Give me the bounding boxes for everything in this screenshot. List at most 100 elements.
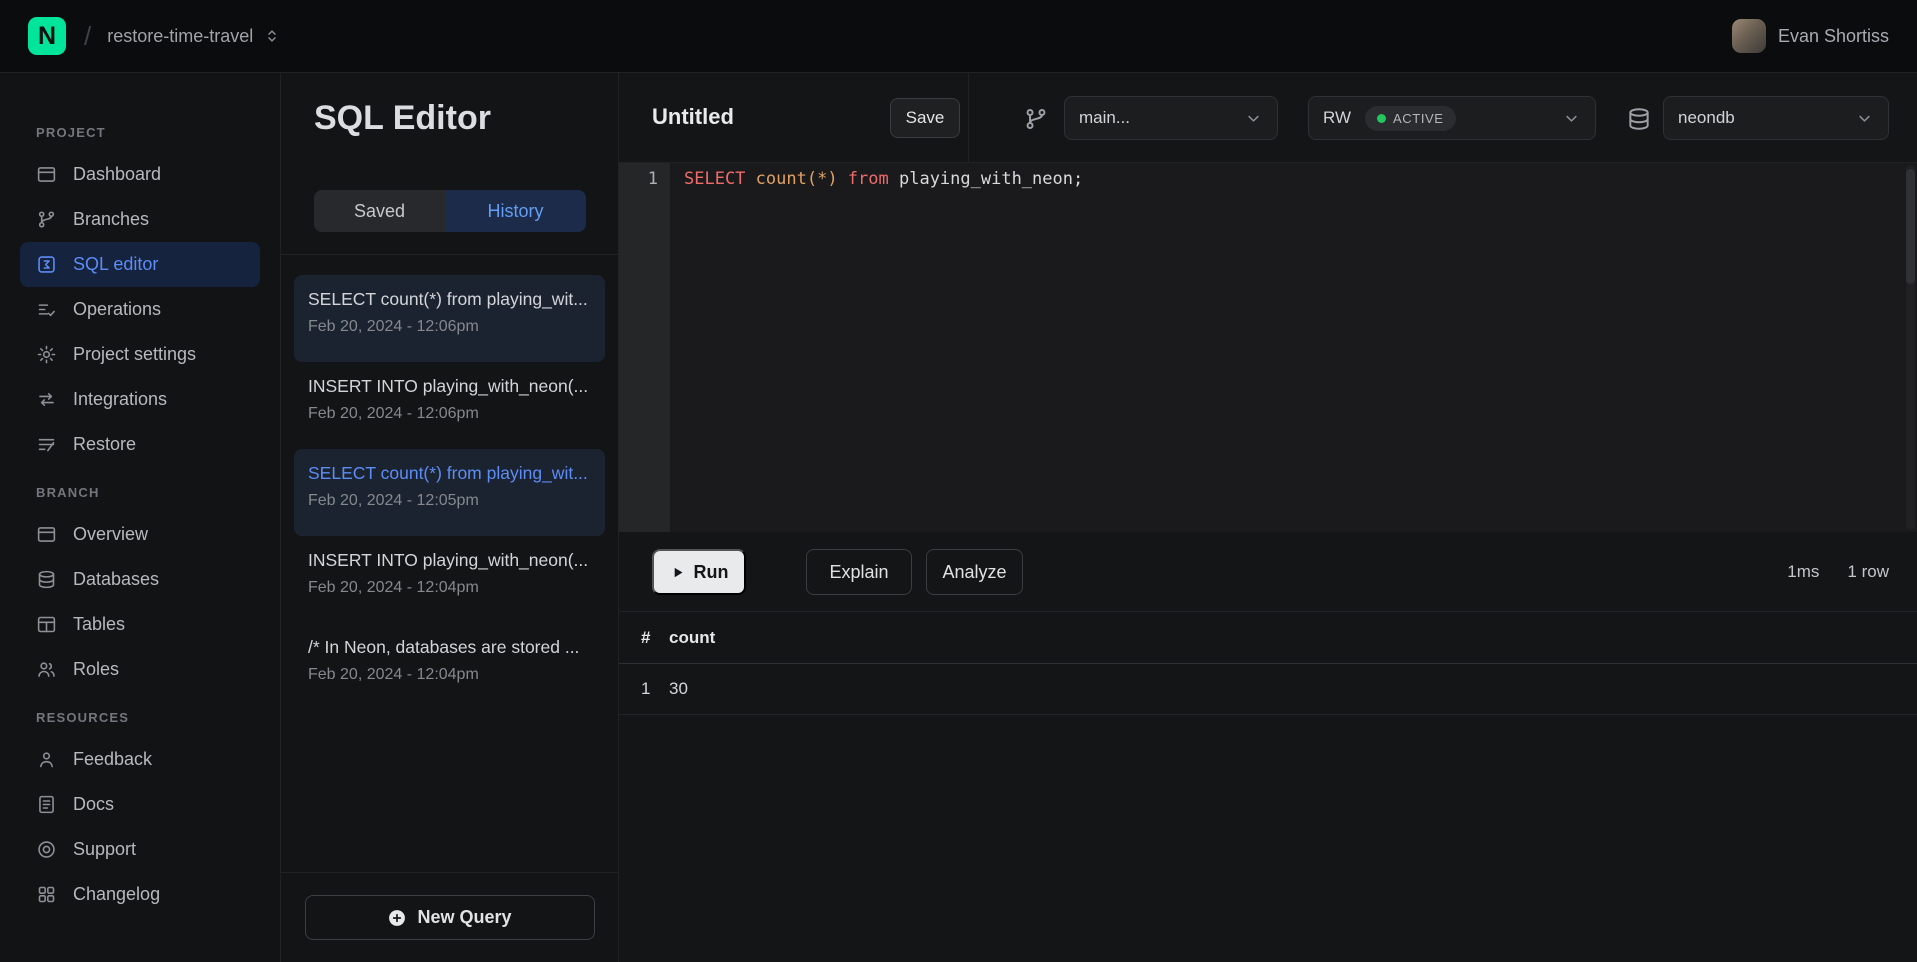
line-number: 1	[619, 163, 670, 192]
git-branch-icon	[36, 209, 57, 230]
history-query: INSERT INTO playing_with_neon(...	[308, 550, 591, 571]
history-query: /* In Neon, databases are stored ...	[308, 637, 591, 658]
project-selector[interactable]: restore-time-travel	[107, 26, 281, 47]
sidebar-section-resources: RESOURCES Feedback Docs Support Changelo…	[20, 710, 260, 917]
page-title: SQL Editor	[314, 99, 491, 138]
database-select-value: neondb	[1678, 108, 1735, 128]
sidebar-item-label: Feedback	[73, 749, 152, 770]
chevron-down-icon	[1244, 109, 1263, 128]
editor-scrollbar-track	[1906, 165, 1915, 530]
divider	[968, 73, 969, 162]
topbar: N / restore-time-travel Evan Shortiss	[0, 0, 1917, 73]
section-title: RESOURCES	[36, 710, 244, 725]
query-title: Untitled	[652, 104, 734, 130]
tab-saved[interactable]: Saved	[314, 190, 445, 232]
user-menu[interactable]: Evan Shortiss	[1732, 19, 1889, 53]
database-icon	[1626, 106, 1652, 132]
neon-logo-icon[interactable]: N	[28, 17, 66, 55]
divider	[281, 254, 618, 255]
restore-icon	[36, 434, 57, 455]
history-date: Feb 20, 2024 - 12:06pm	[308, 405, 591, 423]
results-col-index: #	[619, 628, 669, 648]
chevron-down-icon	[1562, 109, 1581, 128]
sidebar-item-branches[interactable]: Branches	[20, 197, 260, 242]
editor-scrollbar-thumb[interactable]	[1906, 169, 1915, 284]
sidebar-item-tables[interactable]: Tables	[20, 602, 260, 647]
editor-gutter: 1	[619, 163, 670, 532]
explain-button[interactable]: Explain	[806, 549, 912, 595]
active-dot-icon	[1377, 114, 1386, 123]
database-select[interactable]: neondb	[1663, 96, 1889, 140]
results-col-count: count	[669, 628, 715, 648]
branch-select[interactable]: main...	[1064, 96, 1278, 140]
chevron-updown-icon	[263, 27, 281, 45]
query-row-count: 1 row	[1847, 562, 1889, 582]
document-icon	[36, 794, 57, 815]
sql-function: count	[756, 169, 807, 189]
sidebar-item-label: Changelog	[73, 884, 160, 905]
user-name: Evan Shortiss	[1778, 26, 1889, 47]
sidebar-item-operations[interactable]: Operations	[20, 287, 260, 332]
integrations-icon	[36, 389, 57, 410]
sidebar-item-changelog[interactable]: Changelog	[20, 872, 260, 917]
table-icon	[36, 614, 57, 635]
sql-keyword: SELECT	[684, 169, 756, 189]
sidebar-item-label: Branches	[73, 209, 149, 230]
history-query: SELECT count(*) from playing_wit...	[308, 289, 591, 310]
run-button[interactable]: Run	[652, 549, 746, 595]
code-editor[interactable]: 1 SELECT count(*) from playing_with_neon…	[619, 163, 1917, 532]
play-icon	[670, 565, 685, 580]
sidebar-item-overview[interactable]: Overview	[20, 512, 260, 557]
sidebar-item-label: Tables	[73, 614, 125, 635]
sidebar-item-docs[interactable]: Docs	[20, 782, 260, 827]
new-query-label: New Query	[417, 907, 511, 928]
sidebar-item-databases[interactable]: Databases	[20, 557, 260, 602]
history-item[interactable]: INSERT INTO playing_with_neon(... Feb 20…	[294, 362, 605, 449]
sidebar-item-restore[interactable]: Restore	[20, 422, 260, 467]
compute-select-value: RW	[1323, 108, 1351, 128]
sidebar-item-label: Databases	[73, 569, 159, 590]
actions-bar: Run Explain Analyze 1ms 1 row	[619, 532, 1917, 611]
analyze-button[interactable]: Analyze	[926, 549, 1023, 595]
query-stats: 1ms 1 row	[1787, 532, 1889, 611]
sidebar-item-feedback[interactable]: Feedback	[20, 737, 260, 782]
sidebar-item-roles[interactable]: Roles	[20, 647, 260, 692]
sidebar-item-support[interactable]: Support	[20, 827, 260, 872]
history-item[interactable]: SELECT count(*) from playing_wit... Feb …	[294, 275, 605, 362]
sidebar-section-project: PROJECT Dashboard Branches SQL editor Op…	[20, 125, 260, 467]
sidebar-item-label: Restore	[73, 434, 136, 455]
sidebar-item-project-settings[interactable]: Project settings	[20, 332, 260, 377]
database-icon	[36, 569, 57, 590]
section-title: PROJECT	[36, 125, 244, 140]
person-icon	[36, 749, 57, 770]
history-item-selected[interactable]: SELECT count(*) from playing_wit... Feb …	[294, 449, 605, 536]
new-query-button[interactable]: New Query	[305, 895, 595, 940]
grid-icon	[36, 884, 57, 905]
history-list: SELECT count(*) from playing_wit... Feb …	[281, 275, 618, 710]
users-icon	[36, 659, 57, 680]
branch-select-value: main...	[1079, 108, 1130, 128]
query-duration: 1ms	[1787, 562, 1819, 582]
sql-args: (*)	[807, 169, 838, 189]
tab-history[interactable]: History	[445, 190, 586, 232]
sql-keyword: from	[838, 169, 899, 189]
sidebar-item-sql-editor[interactable]: SQL editor	[20, 242, 260, 287]
sidebar-item-label: Integrations	[73, 389, 167, 410]
run-label: Run	[694, 562, 729, 583]
results-header-row: # count	[619, 611, 1917, 664]
results-cell-value: 30	[669, 679, 688, 699]
sql-editor-icon	[36, 254, 57, 275]
chevron-down-icon	[1855, 109, 1874, 128]
history-query: SELECT count(*) from playing_wit...	[308, 463, 591, 484]
history-date: Feb 20, 2024 - 12:06pm	[308, 318, 591, 336]
sidebar-item-dashboard[interactable]: Dashboard	[20, 152, 260, 197]
sidebar-item-label: Support	[73, 839, 136, 860]
code-line: SELECT count(*) from playing_with_neon;	[670, 166, 1897, 192]
breadcrumb-separator: /	[84, 21, 91, 52]
history-item[interactable]: /* In Neon, databases are stored ... Feb…	[294, 623, 605, 710]
compute-select[interactable]: RW ACTIVE	[1308, 96, 1596, 140]
save-button[interactable]: Save	[890, 98, 960, 138]
panel-footer: New Query	[281, 872, 618, 962]
sidebar-item-integrations[interactable]: Integrations	[20, 377, 260, 422]
history-item[interactable]: INSERT INTO playing_with_neon(... Feb 20…	[294, 536, 605, 623]
